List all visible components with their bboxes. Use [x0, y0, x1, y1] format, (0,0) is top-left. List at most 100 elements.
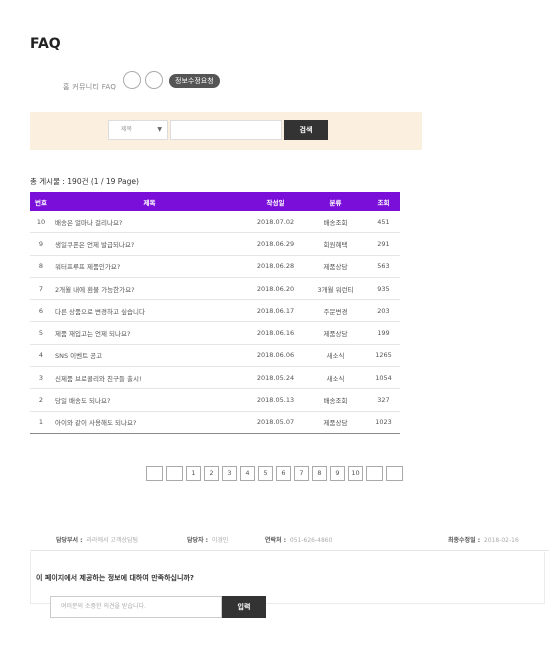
pagination: 1 2 3 4 5 6 7 8 9 10: [0, 466, 549, 481]
cell-title[interactable]: SNS 이벤트 공고: [52, 344, 247, 368]
cell-title[interactable]: 당일 배송도 되나요?: [52, 388, 247, 412]
page-number-button[interactable]: 6: [276, 466, 291, 481]
feedback-input[interactable]: 여러분의 소중한 의견을 받습니다.: [50, 596, 222, 618]
table-row[interactable]: 8 워터프루프 제품인가요? 2018.06.28 제품상담 563: [30, 255, 400, 278]
cell-views: 1265: [367, 344, 400, 368]
cell-title[interactable]: 아이와 같이 사용해도 되나요?: [52, 411, 247, 434]
updated-label: 최종수정일 :: [448, 537, 481, 544]
table-row[interactable]: 5 제품 재입고는 언제 되나요? 2018.06.16 제품상담 199: [30, 321, 400, 345]
contact-info: 연락처 : 051-626-4860: [265, 535, 332, 544]
page-number-button[interactable]: 1: [186, 466, 201, 481]
updated-info: 최종수정일 : 2018-02-16: [448, 535, 519, 544]
cell-title[interactable]: 배송은 얼마나 걸리나요?: [52, 211, 247, 234]
cell-views: 1054: [367, 366, 400, 390]
table-row[interactable]: 2 당일 배송도 되나요? 2018.05.13 배송조회 327: [30, 388, 400, 412]
table-header-row: 번호 제목 작성일 분류 조회: [30, 192, 400, 211]
header-title: 제목: [52, 192, 247, 211]
share-circle-button[interactable]: [123, 71, 141, 89]
cell-date: 2018.06.17: [247, 299, 304, 323]
cell-views: 451: [367, 211, 400, 234]
cell-date: 2018.06.06: [247, 344, 304, 368]
cell-title[interactable]: 다른 상품으로 변경하고 싶습니다: [52, 299, 247, 323]
prev-page-button[interactable]: [166, 466, 183, 481]
cell-category: 제품상담: [304, 255, 367, 278]
manager-label: 담당자 :: [187, 537, 209, 544]
table-row[interactable]: 6 다른 상품으로 변경하고 싶습니다 2018.06.17 주문변경 203: [30, 299, 400, 323]
cell-number: 7: [30, 277, 52, 301]
cell-views: 563: [367, 255, 400, 278]
total-count: 총 게시물 : 190건 (1 / 19 Page): [30, 177, 139, 186]
table-row[interactable]: 1 아이와 같이 사용해도 되나요? 2018.05.07 제품상담 1023: [30, 411, 400, 434]
cell-category: 새소식: [304, 344, 367, 368]
cell-category: 제품상담: [304, 411, 367, 434]
contact-value: 051-626-4860: [289, 537, 333, 544]
dept-label: 담당부서 :: [56, 537, 83, 544]
footer-divider: [30, 550, 549, 551]
contact-label: 연락처 :: [265, 537, 287, 544]
page-number-button[interactable]: 8: [312, 466, 327, 481]
cell-date: 2018.06.29: [247, 232, 304, 256]
next-page-button[interactable]: [366, 466, 383, 481]
page-number-button[interactable]: 9: [330, 466, 345, 481]
search-input[interactable]: [170, 120, 282, 140]
cell-date: 2018.05.13: [247, 388, 304, 412]
cell-number: 1: [30, 411, 52, 434]
cell-date: 2018.06.16: [247, 321, 304, 345]
cell-views: 935: [367, 277, 400, 301]
dept-info: 담당부서 : 라라에서 고객상담팀: [56, 535, 138, 544]
table-row[interactable]: 3 신제품 브로콜리와 친구들 출시! 2018.05.24 새소식 1054: [30, 366, 400, 390]
cell-views: 199: [367, 321, 400, 345]
cell-number: 4: [30, 344, 52, 368]
last-page-button[interactable]: [386, 466, 403, 481]
cell-number: 9: [30, 232, 52, 256]
table-row[interactable]: 7 2개월 내에 환불 가능한가요? 2018.06.20 3개월 워런티 935: [30, 277, 400, 301]
cell-title[interactable]: 신제품 브로콜리와 친구들 출시!: [52, 366, 247, 390]
page-number-button[interactable]: 4: [240, 466, 255, 481]
search-field-select[interactable]: 제목 ▼: [108, 120, 168, 140]
page-number-button[interactable]: 5: [258, 466, 273, 481]
cell-category: 배송조회: [304, 388, 367, 412]
cell-title[interactable]: 2개월 내에 환불 가능한가요?: [52, 277, 247, 301]
table-row[interactable]: 10 배송은 얼마나 걸리나요? 2018.07.02 배송조회 451: [30, 211, 400, 234]
table-row[interactable]: 9 생일쿠폰은 언제 발급되나요? 2018.06.29 회원혜택 291: [30, 232, 400, 256]
cell-views: 203: [367, 299, 400, 323]
cell-views: 327: [367, 388, 400, 412]
manager-info: 담당자 : 이경민: [187, 535, 228, 544]
search-button[interactable]: 검색: [284, 120, 328, 140]
cell-number: 2: [30, 388, 52, 412]
cell-title[interactable]: 워터프루프 제품인가요?: [52, 255, 247, 278]
cell-title[interactable]: 생일쿠폰은 언제 발급되나요?: [52, 232, 247, 256]
search-field-select-value: 제목: [121, 126, 133, 133]
page-number-button[interactable]: 7: [294, 466, 309, 481]
page-title: FAQ: [30, 36, 61, 52]
faq-table: 번호 제목 작성일 분류 조회 10 배송은 얼마나 걸리나요? 2018.07.0…: [30, 192, 400, 434]
breadcrumb: 홈 커뮤니티 FAQ: [63, 83, 117, 91]
cell-number: 5: [30, 321, 52, 345]
edit-request-button[interactable]: 정보수정요청: [169, 74, 220, 88]
feedback-submit-button[interactable]: 입력: [222, 596, 266, 618]
cell-number: 6: [30, 299, 52, 323]
first-page-button[interactable]: [146, 466, 163, 481]
cell-category: 3개월 워런티: [304, 277, 367, 301]
cell-date: 2018.06.20: [247, 277, 304, 301]
cell-title[interactable]: 제품 재입고는 언제 되나요?: [52, 321, 247, 345]
cell-category: 배송조회: [304, 211, 367, 234]
print-circle-button[interactable]: [145, 71, 163, 89]
header-number: 번호: [30, 192, 52, 211]
updated-value: 2018-02-16: [483, 537, 519, 544]
page-number-button[interactable]: 10: [348, 466, 363, 481]
cell-date: 2018.05.07: [247, 411, 304, 434]
table-row[interactable]: 4 SNS 이벤트 공고 2018.06.06 새소식 1265: [30, 344, 400, 368]
dept-value: 라라에서 고객상담팀: [86, 537, 138, 544]
cell-number: 8: [30, 255, 52, 278]
page-number-button[interactable]: 2: [204, 466, 219, 481]
cell-number: 3: [30, 366, 52, 390]
manager-value: 이경민: [211, 537, 229, 544]
header-date: 작성일: [247, 192, 304, 211]
page-number-button[interactable]: 3: [222, 466, 237, 481]
cell-views: 291: [367, 232, 400, 256]
page-numbers: 1 2 3 4 5 6 7 8 9 10: [185, 466, 365, 481]
cell-date: 2018.07.02: [247, 211, 304, 234]
page-info-bar: 담당부서 : 라라에서 고객상담팀 담당자 : 이경민 연락처 : 051-62…: [0, 528, 549, 550]
cell-date: 2018.05.24: [247, 366, 304, 390]
